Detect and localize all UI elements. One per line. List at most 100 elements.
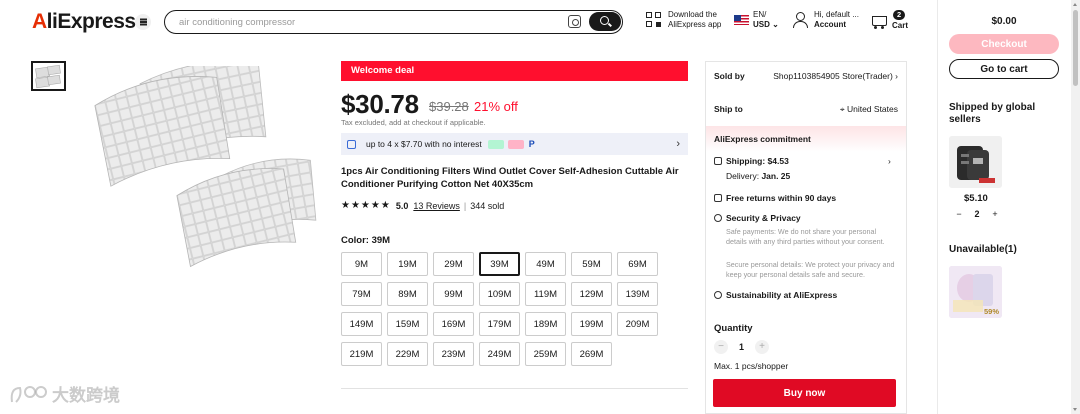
cart-item-image[interactable] xyxy=(949,136,1002,188)
commitment-header: AliExpress commitment xyxy=(706,126,906,152)
camera-search-icon[interactable] xyxy=(568,15,581,28)
color-label: Color: 39M xyxy=(341,235,391,246)
language-currency-selector[interactable]: EN/ USD ⌄ xyxy=(734,10,779,30)
scroll-down-icon[interactable] xyxy=(1073,408,1077,411)
variant-option-109m[interactable]: 109M xyxy=(479,282,520,306)
variant-option-169m[interactable]: 169M xyxy=(433,312,474,336)
menu-icon[interactable] xyxy=(135,14,151,30)
aliexpress-logo[interactable]: AliExpress xyxy=(32,10,136,34)
variant-option-119m[interactable]: 119M xyxy=(525,282,566,306)
variant-option-99m[interactable]: 99M xyxy=(433,282,474,306)
account-menu[interactable]: Hi, default ... Account xyxy=(793,10,859,30)
download-line1: Download the xyxy=(668,10,717,19)
product-image[interactable] xyxy=(80,66,320,276)
account-label: Account xyxy=(814,20,846,29)
variant-option-29m[interactable]: 29M xyxy=(433,252,474,276)
variant-option-229m[interactable]: 229M xyxy=(387,342,428,366)
chevron-right-icon: › xyxy=(892,71,898,81)
variant-option-249m[interactable]: 249M xyxy=(479,342,520,366)
search-icon xyxy=(600,16,609,25)
cart-item-qty[interactable]: 2 xyxy=(968,209,986,219)
variant-option-269m[interactable]: 269M xyxy=(571,342,612,366)
variant-option-149m[interactable]: 149M xyxy=(341,312,382,336)
cart-label: Cart xyxy=(892,21,909,30)
current-price: $30.78 xyxy=(341,89,419,119)
scroll-up-icon[interactable] xyxy=(1073,3,1077,6)
increase-quantity-button[interactable]: + xyxy=(755,340,769,354)
security-title: Security & Privacy xyxy=(726,213,801,223)
ship-to-row[interactable]: Ship to ⌖ United States xyxy=(714,104,898,115)
decrease-quantity-button[interactable]: − xyxy=(714,340,728,354)
product-title: 1pcs Air Conditioning Filters Wind Outle… xyxy=(341,166,679,190)
star-rating-icon: ★★★★★ xyxy=(341,200,391,211)
installment-banner[interactable]: up to 4 x $7.70 with no interest P › xyxy=(341,133,688,155)
variant-option-19m[interactable]: 19M xyxy=(387,252,428,276)
increase-quantity-button[interactable]: + xyxy=(986,209,1004,219)
buy-now-button[interactable]: Buy now xyxy=(713,379,896,407)
variant-option-139m[interactable]: 139M xyxy=(617,282,658,306)
search-input[interactable] xyxy=(179,14,549,30)
download-app-link[interactable]: Download the AliExpress app xyxy=(646,10,721,30)
cart-item-price: $5.10 xyxy=(964,193,988,204)
variant-option-179m[interactable]: 179M xyxy=(479,312,520,336)
variant-option-89m[interactable]: 89M xyxy=(387,282,428,306)
page-scrollbar[interactable] xyxy=(1071,0,1080,414)
variant-option-189m[interactable]: 189M xyxy=(525,312,566,336)
unavailable-item-image[interactable]: 59% xyxy=(949,266,1002,318)
divider: | xyxy=(463,200,467,211)
cart-count-badge: 2 xyxy=(893,10,906,20)
go-to-cart-button[interactable]: Go to cart xyxy=(949,59,1059,79)
variant-option-59m[interactable]: 59M xyxy=(571,252,612,276)
ship-to-label: Ship to xyxy=(714,104,743,114)
rating-row[interactable]: ★★★★★ 5.0 13 Reviews | 344 sold xyxy=(341,200,504,211)
variant-option-9m[interactable]: 9M xyxy=(341,252,382,276)
delivery-label: Delivery: xyxy=(726,171,760,181)
klarna-logo-icon xyxy=(507,139,524,149)
variant-option-159m[interactable]: 159M xyxy=(387,312,428,336)
paypal-logo-icon: P xyxy=(528,139,535,149)
quantity-value[interactable]: 1 xyxy=(728,342,755,352)
cart-item-stepper: − 2 + xyxy=(950,209,1004,219)
quantity-stepper: − 1 + xyxy=(714,340,769,354)
variant-option-79m[interactable]: 79M xyxy=(341,282,382,306)
variant-option-39m[interactable]: 39M xyxy=(479,252,520,276)
max-per-shopper: Max. 1 pcs/shopper xyxy=(714,361,789,371)
sold-count: 344 sold xyxy=(470,200,505,211)
watermark-text: 大数跨境 xyxy=(52,386,120,405)
truck-icon xyxy=(714,157,722,165)
scrollbar-thumb[interactable] xyxy=(1073,10,1078,86)
variant-option-259m[interactable]: 259M xyxy=(525,342,566,366)
rating-value: 5.0 xyxy=(395,200,409,211)
search-button[interactable] xyxy=(589,12,621,31)
divider xyxy=(341,388,688,389)
variant-option-129m[interactable]: 129M xyxy=(571,282,612,306)
cart-icon xyxy=(870,14,888,30)
cart-total: $0.00 xyxy=(991,16,1017,27)
variant-option-239m[interactable]: 239M xyxy=(433,342,474,366)
greeting-text: Hi, default ... xyxy=(814,10,859,19)
user-icon xyxy=(793,12,808,28)
decrease-quantity-button[interactable]: − xyxy=(950,209,968,219)
checkout-button[interactable]: Checkout xyxy=(949,34,1059,54)
shipping-row[interactable]: Shipping: $4.53 xyxy=(714,156,789,166)
installment-icon xyxy=(347,139,356,149)
discount-percent: 21% off xyxy=(474,99,518,114)
download-line2: AliExpress app xyxy=(668,20,722,29)
variant-option-199m[interactable]: 199M xyxy=(571,312,612,336)
store-name: Shop1103854905 Store(Trader) xyxy=(773,71,893,81)
sold-by-row[interactable]: Sold by Shop1103854905 Store(Trader) › xyxy=(714,71,898,81)
sustainability-row[interactable]: Sustainability at AliExpress xyxy=(714,290,837,300)
reviews-link[interactable]: 13 Reviews xyxy=(413,201,460,211)
original-price: $39.28 xyxy=(429,99,469,114)
gallery-thumbnail[interactable] xyxy=(31,61,66,91)
variant-option-49m[interactable]: 49M xyxy=(525,252,566,276)
safe-payments-text: Safe payments: We do not share your pers… xyxy=(726,227,885,246)
variant-option-69m[interactable]: 69M xyxy=(617,252,658,276)
variant-option-219m[interactable]: 219M xyxy=(341,342,382,366)
discount-badge: 59% xyxy=(983,307,999,316)
variant-option-209m[interactable]: 209M xyxy=(617,312,658,336)
security-privacy-row: Security & Privacy xyxy=(714,213,801,223)
language-text: EN/ xyxy=(753,10,767,19)
logo-rest: liExpress xyxy=(46,10,136,33)
delivery-date: Jan. 25 xyxy=(761,171,791,181)
